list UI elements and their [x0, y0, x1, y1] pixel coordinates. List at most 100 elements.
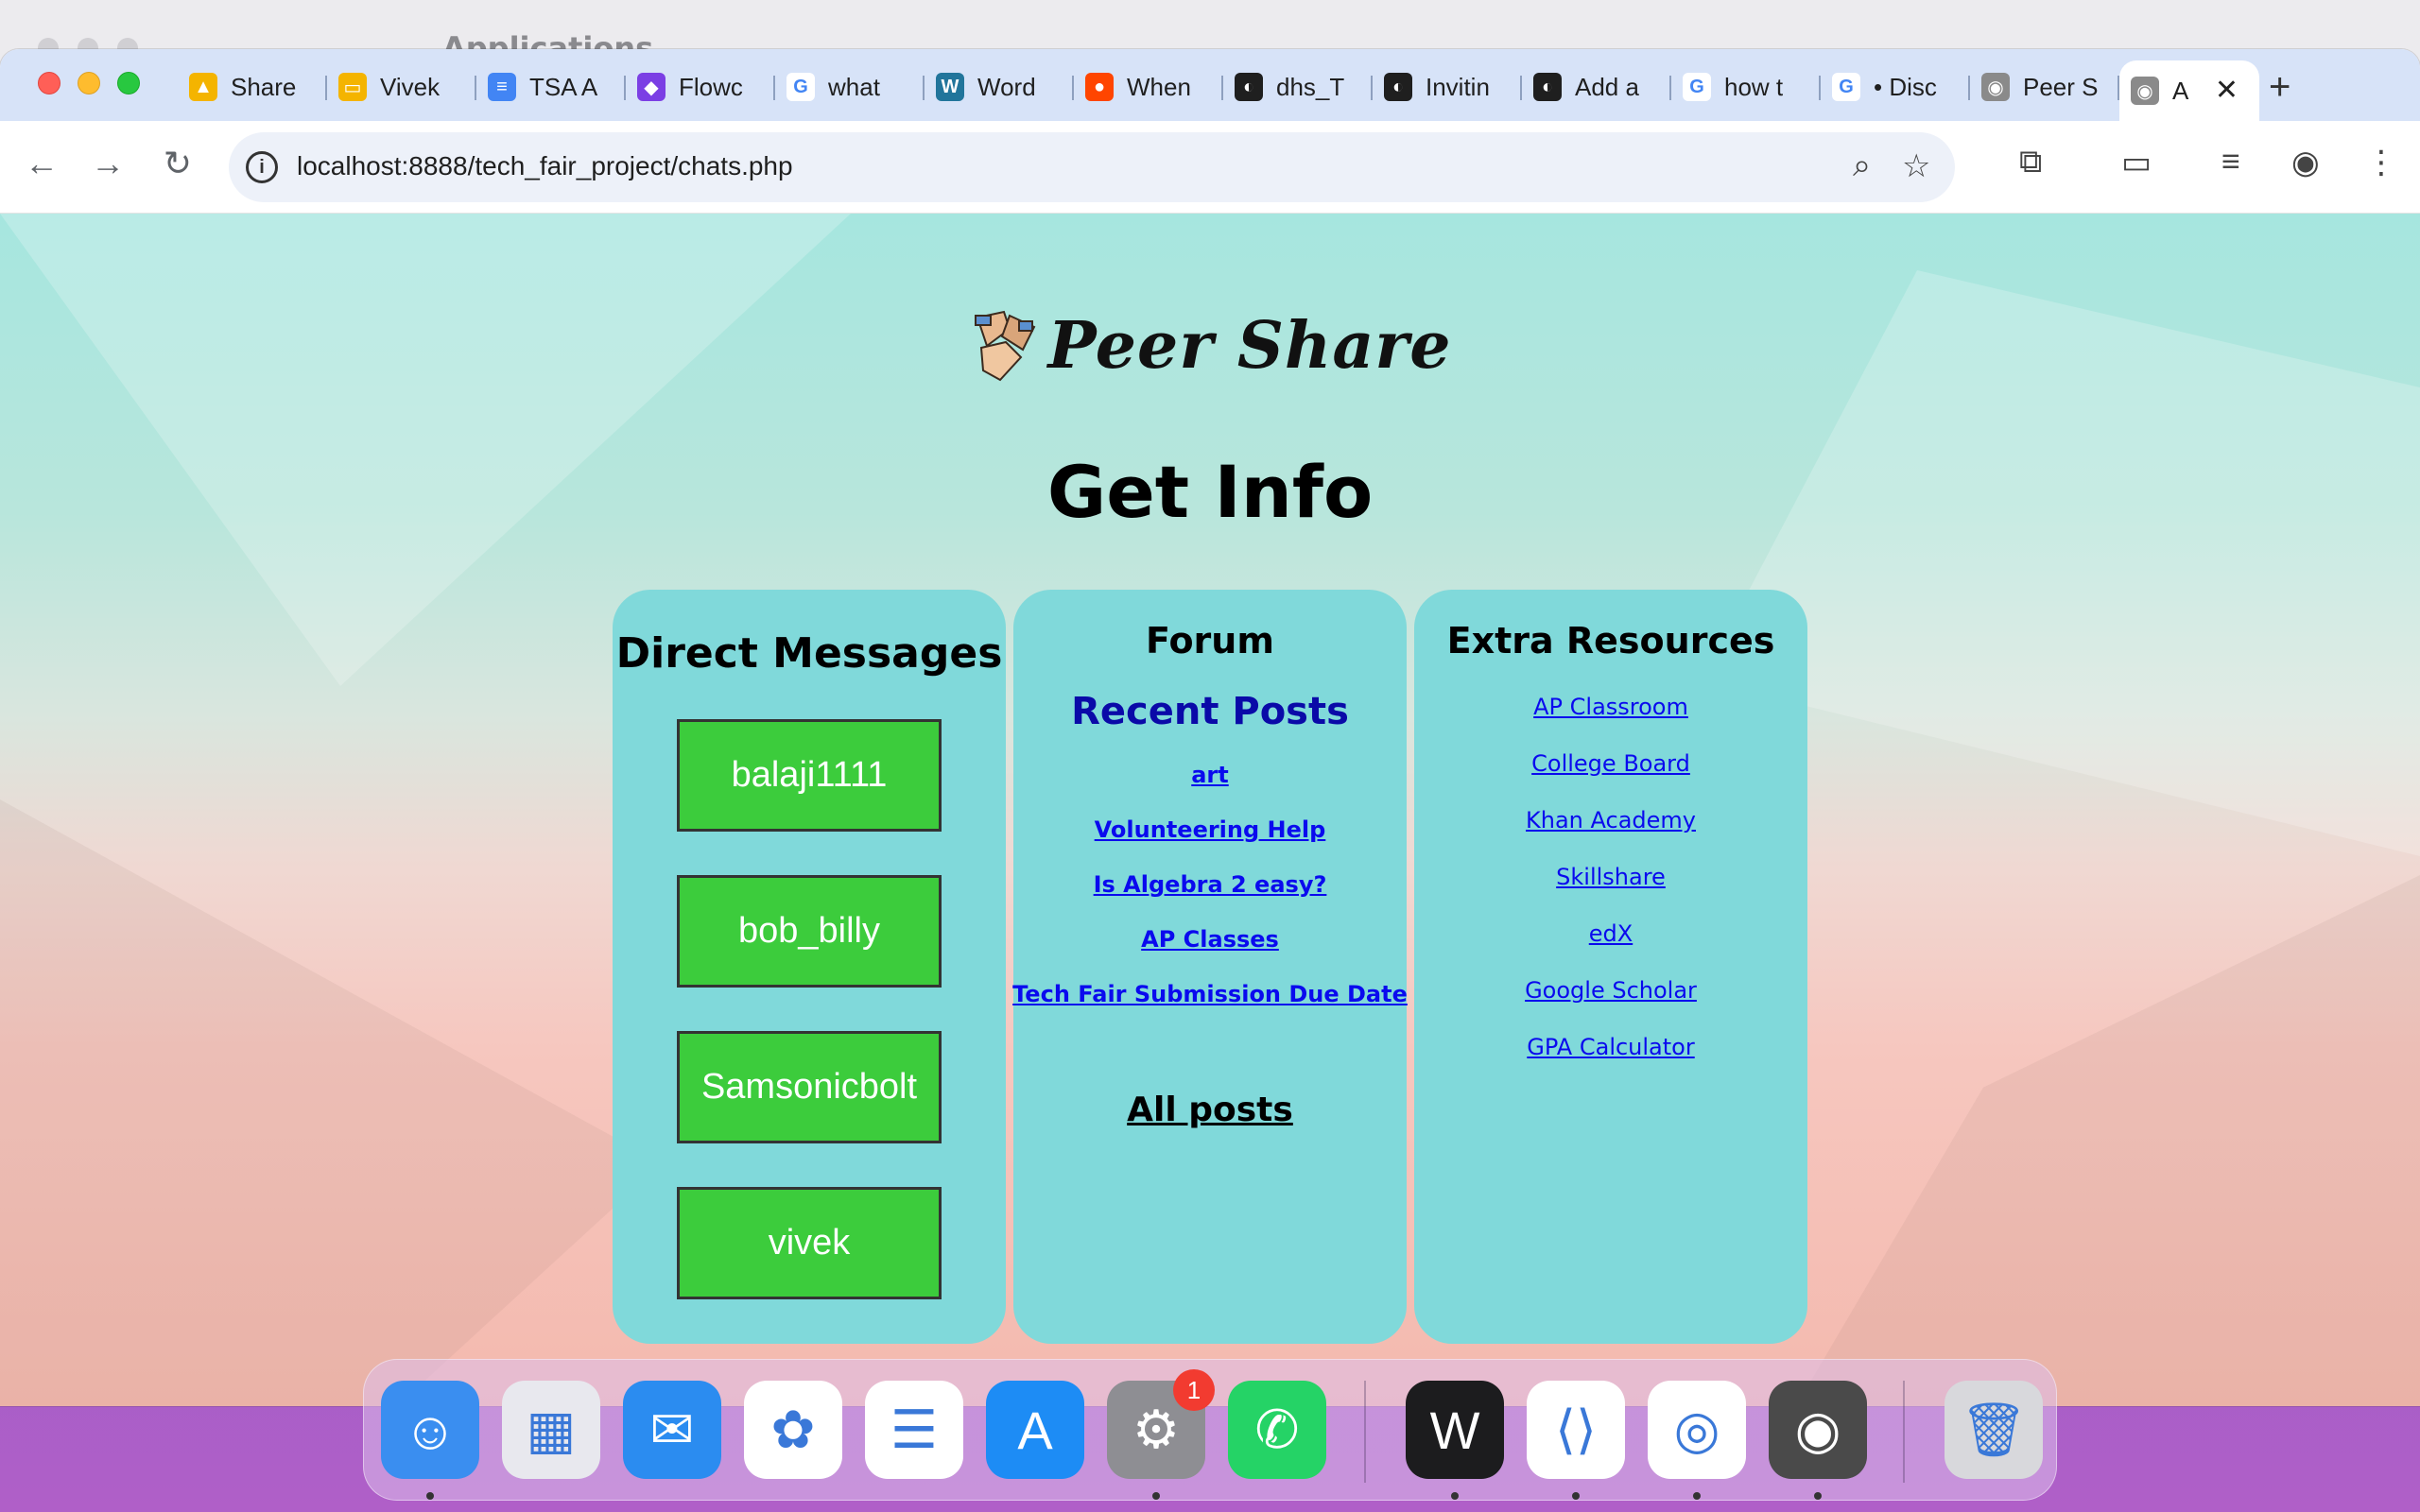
bookmark-star-icon[interactable]: ☆: [1902, 147, 1930, 185]
recent-posts-list: art Volunteering Help Is Algebra 2 easy?…: [1012, 762, 1408, 1007]
tab-label: Word: [977, 72, 1036, 101]
close-window-button[interactable]: [38, 72, 60, 94]
resource-link[interactable]: edX: [1589, 920, 1633, 947]
address-url[interactable]: localhost:8888/tech_fair_project/chats.p…: [297, 151, 793, 181]
photos-icon[interactable]: ✿: [744, 1381, 842, 1479]
vscode-icon[interactable]: ⟨⟩: [1527, 1381, 1625, 1479]
google-icon: G: [1683, 73, 1711, 101]
browser-tab[interactable]: ◉ Peer S: [1970, 60, 2119, 113]
browser-tab[interactable]: ≡ TSA A: [476, 60, 626, 113]
forum-post-link[interactable]: art: [1191, 762, 1229, 788]
profile-icon[interactable]: ◉: [2291, 144, 2320, 181]
tab-label: how t: [1724, 72, 1784, 101]
tab-label: Share: [231, 72, 297, 101]
back-button[interactable]: ←: [19, 144, 64, 183]
resource-link[interactable]: Skillshare: [1556, 864, 1666, 890]
tab-label: Add a: [1575, 72, 1639, 101]
browser-tab[interactable]: ◐ Add a: [1522, 60, 1671, 113]
tab-strip: ▲ Share ▭ Vivek ≡ TSA A ◆ Flowc Gwhat W Word ● When ◐…: [0, 49, 2420, 121]
new-tab-button[interactable]: +: [2269, 66, 2290, 109]
zoom-window-button[interactable]: [117, 72, 140, 94]
browser-tab[interactable]: ▲ Share: [178, 60, 327, 113]
direct-messages-panel: Direct Messages balaji1111 bob_billy Sam…: [613, 590, 1006, 1344]
dm-user-button[interactable]: bob_billy: [677, 875, 942, 988]
resource-link[interactable]: Google Scholar: [1525, 977, 1697, 1004]
webex-icon[interactable]: W: [1406, 1381, 1504, 1479]
running-indicator: [1451, 1492, 1459, 1500]
window-controls: [38, 72, 140, 94]
resource-link[interactable]: Khan Academy: [1526, 807, 1696, 833]
direct-messages-title: Direct Messages: [615, 629, 1003, 678]
trash-icon[interactable]: 🗑: [1945, 1381, 2043, 1479]
tab-label: Flowc: [679, 72, 743, 101]
browser-tab[interactable]: G • Disc: [1821, 60, 1970, 113]
app-store-icon[interactable]: A: [986, 1381, 1084, 1479]
mamp-icon[interactable]: ◉: [1769, 1381, 1867, 1479]
page-content: Peer Share Get Info Direct Messages bala…: [0, 214, 2420, 1406]
extra-resources-title: Extra Resources: [1446, 620, 1775, 662]
dm-user-button[interactable]: vivek: [677, 1187, 942, 1299]
forward-button[interactable]: →: [85, 144, 130, 183]
reddit-icon: ●: [1085, 73, 1114, 101]
launchpad-icon[interactable]: ▦: [502, 1381, 600, 1479]
browser-tab[interactable]: ● When: [1074, 60, 1223, 113]
tab-label: what: [828, 72, 880, 101]
menu-icon[interactable]: ⋮: [2365, 144, 2397, 181]
active-browser-tab[interactable]: ◉ A ✕: [2119, 60, 2259, 121]
extensions-icon[interactable]: ⧉: [2019, 144, 2042, 180]
browser-window: ▲ Share ▭ Vivek ≡ TSA A ◆ Flowc Gwhat W Word ● When ◐…: [0, 49, 2420, 1406]
tab-list: ▲ Share ▭ Vivek ≡ TSA A ◆ Flowc Gwhat W Word ● When ◐…: [178, 60, 2259, 121]
resource-link[interactable]: GPA Calculator: [1527, 1034, 1694, 1060]
tab-label: Peer S: [2023, 72, 2099, 101]
forum-panel: Forum Recent Posts art Volunteering Help…: [1012, 590, 1408, 1344]
resource-link[interactable]: College Board: [1531, 750, 1690, 777]
browser-tab[interactable]: ◐ dhs_T: [1223, 60, 1373, 113]
notification-badge: 1: [1173, 1369, 1215, 1411]
browser-tab[interactable]: ◐ Invitin: [1373, 60, 1522, 113]
running-indicator: [426, 1492, 434, 1500]
zoom-icon[interactable]: ⌕: [1853, 147, 1871, 184]
mamp-elephant-icon: ◉: [2131, 77, 2159, 105]
forum-post-link[interactable]: AP Classes: [1141, 926, 1279, 953]
recent-posts-heading: Recent Posts: [1071, 690, 1349, 733]
google-drive-icon: ▲: [189, 73, 217, 101]
flowchart-app-icon: ◆: [637, 73, 666, 101]
chrome-icon[interactable]: ◎: [1648, 1381, 1746, 1479]
site-info-icon[interactable]: i: [246, 151, 278, 183]
browser-tab[interactable]: Gwhat: [775, 60, 925, 113]
reload-button[interactable]: ↻: [155, 144, 200, 183]
forum-post-link[interactable]: Volunteering Help: [1095, 816, 1326, 843]
github-icon: ◐: [1533, 73, 1562, 101]
site-logo[interactable]: Peer Share: [0, 303, 2420, 388]
google-docs-icon: ≡: [488, 73, 516, 101]
dm-user-button[interactable]: balaji1111: [677, 719, 942, 832]
running-indicator: [1572, 1492, 1580, 1500]
whatsapp-icon[interactable]: ✆: [1228, 1381, 1326, 1479]
all-posts-link[interactable]: All posts: [1013, 1091, 1407, 1129]
macos-dock: ☺ ▦ ✉ ✿ ☰ A ⚙ 1 ✆ W ⟨⟩ ◎ ◉ 🗑: [363, 1359, 2057, 1501]
resource-link[interactable]: AP Classroom: [1533, 694, 1688, 720]
google-icon: G: [786, 73, 815, 101]
browser-tab[interactable]: Ghow t: [1671, 60, 1821, 113]
forum-post-link[interactable]: Is Algebra 2 easy?: [1094, 871, 1327, 898]
page-title: Get Info: [1046, 450, 1374, 534]
browser-tab[interactable]: ◆ Flowc: [626, 60, 775, 113]
address-bar[interactable]: i localhost:8888/tech_fair_project/chats…: [229, 132, 1955, 202]
tab-search-icon[interactable]: ▭: [2121, 144, 2152, 181]
mail-icon[interactable]: ✉: [623, 1381, 721, 1479]
finder-icon[interactable]: ☺: [381, 1381, 479, 1479]
browser-tab[interactable]: ▭ Vivek: [327, 60, 476, 113]
system-settings-icon[interactable]: ⚙ 1: [1107, 1369, 1215, 1479]
browser-tab[interactable]: W Word: [925, 60, 1074, 113]
minimize-window-button[interactable]: [78, 72, 100, 94]
media-controls-icon[interactable]: ≡: [2221, 144, 2240, 180]
running-indicator: [1152, 1492, 1160, 1500]
dm-user-button[interactable]: Samsonicbolt: [677, 1031, 942, 1143]
close-tab-icon[interactable]: ✕: [2215, 74, 2238, 107]
reminders-icon[interactable]: ☰: [865, 1381, 963, 1479]
tab-label: A: [2172, 76, 2189, 105]
forum-post-link[interactable]: Tech Fair Submission Due Date: [1012, 981, 1408, 1007]
tab-label: TSA A: [529, 72, 598, 101]
tab-label: • Disc: [1874, 72, 1937, 101]
forum-title: Forum: [1146, 620, 1274, 662]
